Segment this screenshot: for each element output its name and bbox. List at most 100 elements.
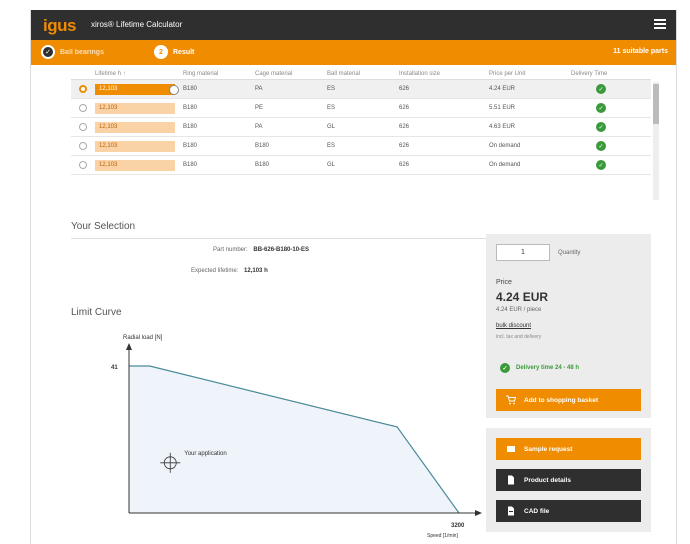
size-cell: 626 bbox=[399, 105, 410, 111]
price-cell: 5.51 EUR bbox=[489, 105, 516, 111]
lifetime-bar: 12,103 bbox=[95, 83, 179, 95]
ring-cell: B180 bbox=[183, 143, 198, 149]
sample-request-label: Sample request bbox=[524, 445, 573, 453]
hamburger-menu-icon[interactable] bbox=[654, 19, 666, 29]
cad-file-button[interactable]: CAD file bbox=[496, 500, 641, 522]
actions-panel: Sample request Product details CAD file bbox=[486, 428, 651, 532]
table-scrollbar[interactable] bbox=[653, 82, 659, 200]
delivery-clock-icon: ✓ bbox=[500, 363, 510, 373]
ball-cell: ES bbox=[327, 105, 336, 111]
part-number-label: Part number bbox=[213, 247, 247, 253]
price-cell: On demand bbox=[489, 162, 521, 168]
delivery-check-icon: ✓ bbox=[596, 141, 606, 151]
document-icon bbox=[506, 475, 516, 485]
ball-cell: GL bbox=[327, 162, 336, 168]
table-row[interactable]: 12,103 B180 PA ES 626 4.24 EUR ✓ bbox=[71, 80, 651, 99]
ball-cell: GL bbox=[327, 124, 336, 130]
col-delivery[interactable]: Delivery Time bbox=[571, 71, 631, 77]
step-result[interactable]: 2 Result bbox=[154, 45, 194, 59]
delivery-check-icon: ✓ bbox=[596, 160, 606, 170]
cage-cell: PE bbox=[255, 105, 264, 111]
price-panel: 1 Quantity Price 4.24 EUR 4.24 EUR / pie… bbox=[486, 234, 651, 418]
limit-curve-title: Limit Curve bbox=[71, 307, 122, 318]
step2-number: 2 bbox=[154, 45, 168, 59]
price-cell: 4.24 EUR bbox=[489, 86, 516, 92]
part-number-row: Part number: BB-626-B180-10-ES bbox=[213, 247, 310, 253]
ring-cell: B180 bbox=[183, 86, 198, 92]
table-row[interactable]: 12,103 B180 B180 ES 626 On demand ✓ bbox=[71, 137, 651, 156]
curve-fill-area bbox=[129, 366, 459, 513]
shopping-cart-icon bbox=[506, 395, 516, 405]
app-title: xiros® Lifetime Calculator bbox=[91, 20, 183, 29]
suitable-parts-count[interactable]: 11 suitable parts bbox=[613, 48, 668, 55]
sample-box-icon bbox=[506, 444, 516, 454]
results-table: Lifetime h ↑ Ring material Cage material… bbox=[71, 68, 659, 202]
part-number-value: BB-626-B180-10-ES bbox=[253, 247, 310, 253]
application-annotation: Your application bbox=[184, 451, 226, 457]
row-radio[interactable] bbox=[79, 85, 87, 93]
add-to-basket-button[interactable]: Add to shopping basket bbox=[496, 389, 641, 411]
y-axis-arrow bbox=[126, 343, 132, 350]
incl-tax-label: incl. tax and delivery bbox=[496, 334, 542, 340]
quantity-label: Quantity bbox=[558, 250, 581, 256]
lifetime-bar: 12,103 bbox=[95, 102, 175, 114]
divider bbox=[71, 238, 501, 239]
cad-file-icon bbox=[506, 506, 516, 516]
row-radio[interactable] bbox=[79, 104, 87, 112]
limit-curve-chart: Radial load [N] 41 3200 Speed [1/min] Your a… bbox=[111, 335, 482, 539]
delivery-check-icon: ✓ bbox=[596, 84, 606, 94]
row-radio[interactable] bbox=[79, 161, 87, 169]
price-value: 4.24 EUR bbox=[496, 290, 549, 304]
product-details-label: Product details bbox=[524, 476, 571, 484]
lifetime-bar: 12,103 bbox=[95, 140, 175, 152]
step1-label: Ball bearings bbox=[60, 48, 104, 56]
y-axis-label: Radial load [N] bbox=[123, 335, 163, 341]
col-ball[interactable]: Ball material bbox=[327, 71, 399, 77]
lifetime-bar: 12,103 bbox=[95, 159, 175, 171]
size-cell: 626 bbox=[399, 162, 410, 168]
your-selection-title: Your Selection bbox=[71, 221, 136, 232]
delivery-check-icon: ✓ bbox=[596, 122, 606, 132]
table-header: Lifetime h ↑ Ring material Cage material… bbox=[71, 68, 651, 80]
col-cage[interactable]: Cage material bbox=[255, 71, 327, 77]
step-ball-bearings[interactable]: ✓ Ball bearings bbox=[41, 45, 104, 59]
step-bar: ✓ Ball bearings 2 Result 11 suitable par… bbox=[31, 40, 676, 65]
sample-request-button[interactable]: Sample request bbox=[496, 438, 641, 460]
col-size[interactable]: Installation size bbox=[399, 71, 489, 77]
table-row[interactable]: 12,103 B180 PA GL 626 4.63 EUR ✓ bbox=[71, 118, 651, 137]
expected-lifetime-label: Expected lifetime bbox=[191, 268, 237, 274]
size-cell: 626 bbox=[399, 86, 410, 92]
ring-cell: B180 bbox=[183, 124, 198, 130]
bulk-discount-link[interactable]: bulk discount bbox=[496, 323, 531, 329]
col-ring[interactable]: Ring material bbox=[183, 71, 255, 77]
price-per-piece: 4.24 EUR / piece bbox=[496, 307, 542, 313]
ball-cell: ES bbox=[327, 143, 336, 149]
delivery-time-text: Delivery time 24 - 48 h bbox=[516, 365, 580, 371]
igus-logo[interactable]: igus bbox=[43, 16, 76, 36]
price-label: Price bbox=[496, 279, 512, 286]
price-cell: On demand bbox=[489, 143, 521, 149]
row-radio[interactable] bbox=[79, 123, 87, 131]
ring-cell: B180 bbox=[183, 162, 198, 168]
x-tick-label: 3200 bbox=[451, 523, 465, 529]
table-row[interactable]: 12,103 B180 B180 GL 626 On demand ✓ bbox=[71, 156, 651, 175]
cad-file-label: CAD file bbox=[524, 507, 550, 515]
top-bar: igus xiros® Lifetime Calculator bbox=[31, 10, 676, 40]
row-radio[interactable] bbox=[79, 142, 87, 150]
add-to-basket-label: Add to shopping basket bbox=[524, 396, 599, 404]
delivery-check-icon: ✓ bbox=[596, 103, 606, 113]
ball-cell: ES bbox=[327, 86, 336, 92]
x-axis-label: Speed [1/min] bbox=[427, 533, 458, 539]
col-price[interactable]: Price per Unit bbox=[489, 71, 571, 77]
expected-lifetime-value: 12,103 h bbox=[244, 268, 268, 274]
product-details-button[interactable]: Product details bbox=[496, 469, 641, 491]
table-row[interactable]: 12,103 B180 PE ES 626 5.51 EUR ✓ bbox=[71, 99, 651, 118]
y-tick-label: 41 bbox=[111, 365, 118, 371]
ring-cell: B180 bbox=[183, 105, 198, 111]
x-axis-arrow bbox=[475, 510, 482, 516]
step2-label: Result bbox=[173, 48, 195, 56]
cage-cell: B180 bbox=[255, 143, 270, 149]
size-cell: 626 bbox=[399, 143, 410, 149]
col-lifetime[interactable]: Lifetime h ↑ bbox=[95, 71, 183, 77]
quantity-input[interactable]: 1 bbox=[496, 244, 550, 261]
